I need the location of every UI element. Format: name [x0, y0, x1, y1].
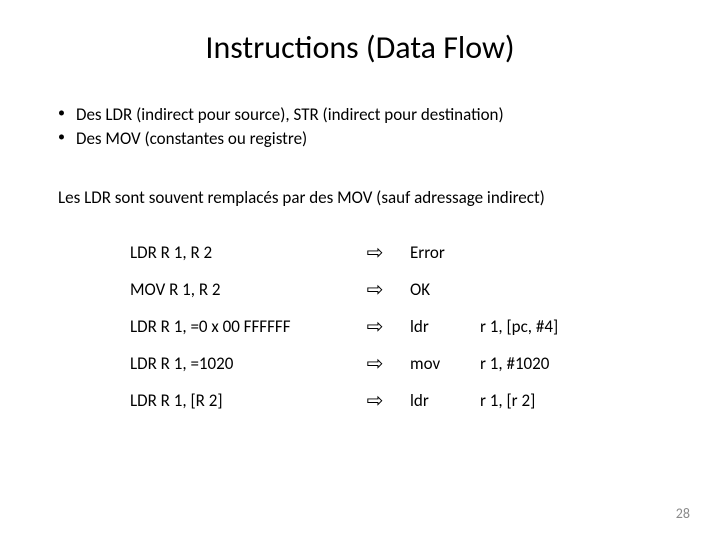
slide-title: Instructions (Data Flow)	[30, 28, 690, 67]
table-row: LDR R 1, =0 x 00 FFFFFF ⇨ ldr r 1, [pc, …	[130, 314, 690, 339]
table-row: LDR R 1, =1020 ⇨ mov r 1, #1020	[130, 351, 690, 376]
arrow-icon: ⇨	[340, 351, 410, 376]
instruction-table: LDR R 1, R 2 ⇨ Error MOV R 1, R 2 ⇨ OK L…	[130, 240, 690, 413]
arrow-icon: ⇨	[340, 314, 410, 339]
instruction-cell: LDR R 1, =1020	[130, 353, 340, 374]
table-row: LDR R 1, [R 2] ⇨ ldr r 1, [r 2]	[130, 388, 690, 413]
arrow-icon: ⇨	[340, 388, 410, 413]
table-row: MOV R 1, R 2 ⇨ OK	[130, 277, 690, 302]
result-cell: OK	[410, 279, 480, 300]
args-cell: r 1, #1020	[480, 353, 690, 374]
instruction-cell: LDR R 1, R 2	[130, 242, 340, 263]
instruction-cell: MOV R 1, R 2	[130, 279, 340, 300]
args-cell: r 1, [pc, #4]	[480, 316, 690, 337]
bullet-item: Des LDR (indirect pour source), STR (ind…	[58, 103, 690, 127]
page-number: 28	[676, 505, 690, 522]
args-cell: r 1, [r 2]	[480, 390, 690, 411]
body-paragraph: Les LDR sont souvent remplacés par des M…	[58, 187, 690, 208]
instruction-cell: LDR R 1, [R 2]	[130, 390, 340, 411]
table-row: LDR R 1, R 2 ⇨ Error	[130, 240, 690, 265]
result-cell: mov	[410, 353, 480, 374]
instruction-cell: LDR R 1, =0 x 00 FFFFFF	[130, 316, 340, 337]
bullet-list: Des LDR (indirect pour source), STR (ind…	[58, 103, 690, 151]
result-cell: ldr	[410, 316, 480, 337]
arrow-icon: ⇨	[340, 240, 410, 265]
result-cell: ldr	[410, 390, 480, 411]
arrow-icon: ⇨	[340, 277, 410, 302]
result-cell: Error	[410, 242, 480, 263]
bullet-item: Des MOV (constantes ou registre)	[58, 127, 690, 151]
